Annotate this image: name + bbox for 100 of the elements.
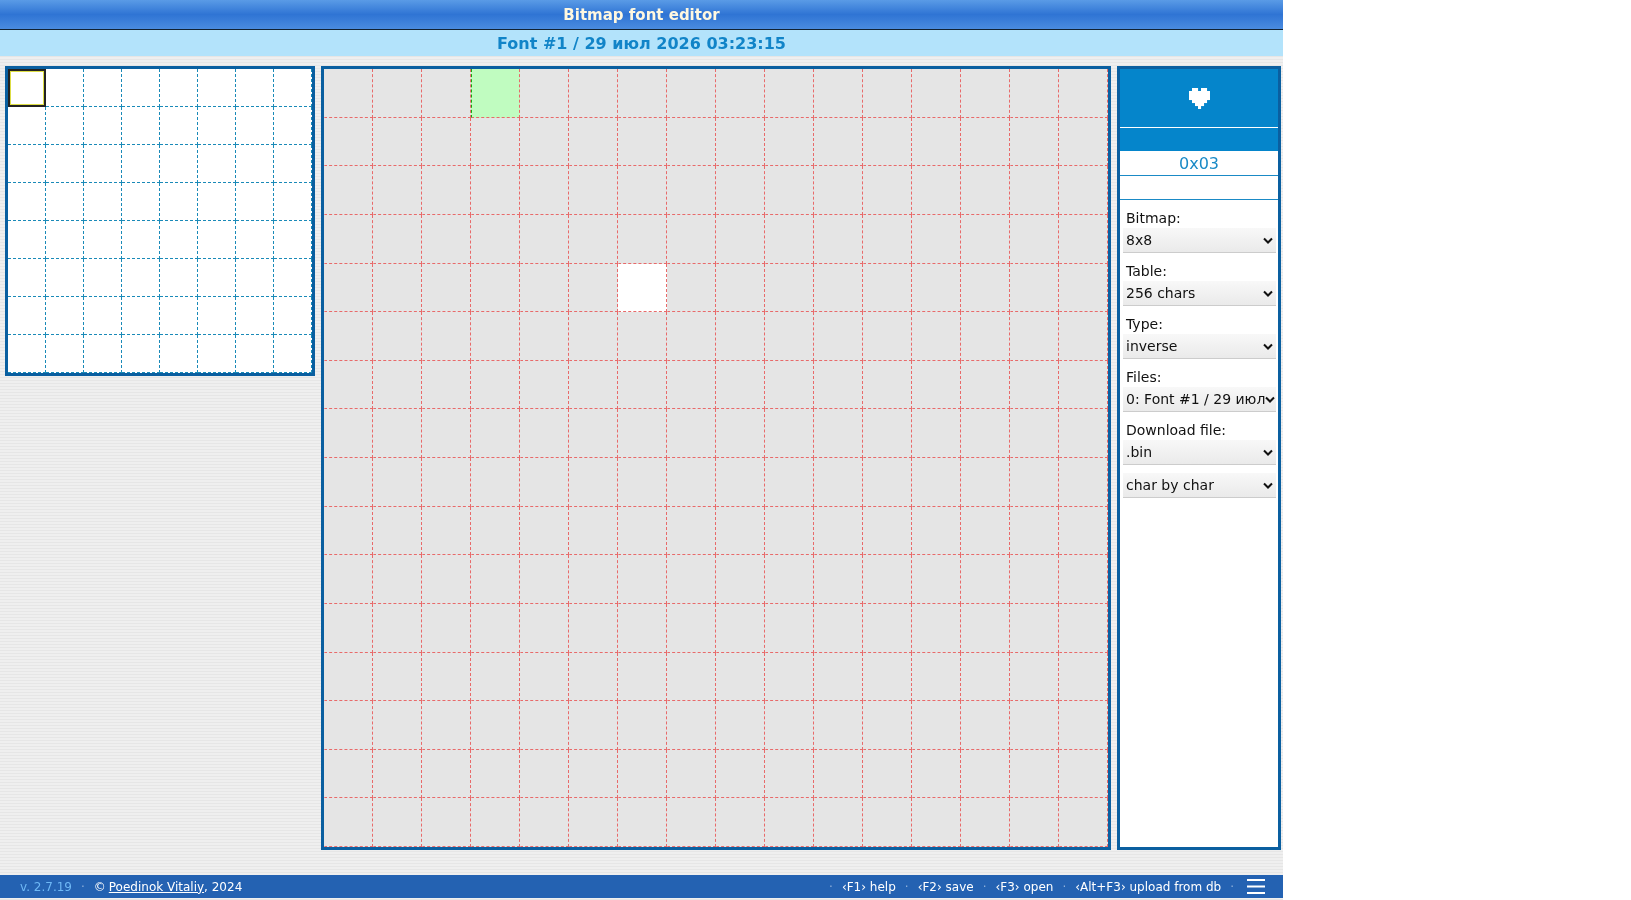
shortcut-link[interactable]: ‹F1› help [841,879,896,894]
pixel-cell[interactable] [324,69,373,118]
char-cell[interactable] [198,145,236,183]
pixel-cell[interactable] [422,117,471,167]
pixel-cell[interactable] [1010,798,1059,847]
pixel-cell[interactable] [1010,214,1059,264]
char-cell[interactable] [46,297,84,335]
char-cell[interactable] [122,145,160,183]
pixel-cell[interactable] [863,166,912,215]
pixel-cell[interactable] [1010,69,1059,118]
pixel-cell[interactable] [471,555,520,604]
pixel-cell[interactable] [814,603,863,653]
pixel-cell[interactable] [471,652,520,702]
pixel-cell[interactable] [814,117,863,167]
pixel-cell[interactable] [373,506,422,556]
char-cell[interactable] [8,335,46,373]
pixel-cell[interactable] [569,555,618,604]
pixel-cell[interactable] [667,749,716,799]
pixel-cell[interactable] [471,506,520,556]
pixel-cell[interactable] [422,701,471,750]
pixel-cell[interactable] [569,117,618,167]
pixel-cell[interactable] [520,117,569,167]
pixel-cell[interactable] [1059,749,1108,799]
pixel-cell[interactable] [471,214,520,264]
pixel-cell[interactable] [912,312,961,361]
pixel-cell[interactable] [1059,360,1108,410]
pixel-cell[interactable] [863,701,912,750]
pixel-cell[interactable] [765,117,814,167]
pixel-cell[interactable] [961,409,1010,458]
pixel-cell[interactable] [471,798,520,847]
pixel-cell[interactable] [667,312,716,361]
char-cell[interactable] [274,259,312,297]
pixel-cell[interactable] [765,214,814,264]
pixel-cell[interactable] [716,652,765,702]
pixel-cell[interactable] [716,214,765,264]
pixel-cell[interactable] [373,166,422,215]
pixel-cell[interactable] [471,409,520,458]
pixel-cell[interactable] [569,798,618,847]
dropdown[interactable]: 0: Font #1 / 29 июл [1123,387,1276,412]
char-cell[interactable] [236,221,274,259]
pixel-cell[interactable] [520,312,569,361]
pixel-cell[interactable] [1010,117,1059,167]
pixel-cell[interactable] [1059,603,1108,653]
char-cell[interactable] [84,297,122,335]
pixel-cell[interactable] [814,749,863,799]
pixel-cell[interactable] [863,506,912,556]
pixel-cell[interactable] [1059,117,1108,167]
pixel-cell[interactable] [471,117,520,167]
pixel-cell[interactable] [373,603,422,653]
pixel-cell[interactable] [1059,409,1108,458]
pixel-cell[interactable] [814,506,863,556]
char-cell[interactable] [274,145,312,183]
pixel-cell[interactable] [667,652,716,702]
pixel-cell[interactable] [961,312,1010,361]
pixel-cell[interactable] [422,360,471,410]
pixel-cell[interactable] [765,603,814,653]
pixel-cell[interactable] [1059,458,1108,507]
pixel-cell[interactable] [422,506,471,556]
char-cell[interactable] [160,335,198,373]
pixel-cell[interactable] [618,360,667,410]
pixel-cell[interactable] [569,312,618,361]
pixel-cell[interactable] [1010,312,1059,361]
pixel-cell[interactable] [618,701,667,750]
char-cell[interactable] [236,183,274,221]
pixel-cell[interactable] [618,214,667,264]
pixel-cell[interactable] [863,555,912,604]
pixel-cell[interactable] [716,166,765,215]
pixel-cell[interactable] [422,263,471,313]
pixel-cell[interactable] [765,506,814,556]
pixel-cell[interactable] [373,555,422,604]
char-cell[interactable] [160,259,198,297]
pixel-cell[interactable] [324,749,373,799]
pixel-cell[interactable] [912,214,961,264]
pixel-cell[interactable] [765,652,814,702]
pixel-cell[interactable] [471,458,520,507]
char-cell[interactable] [122,297,160,335]
char-cell[interactable] [160,183,198,221]
pixel-cell[interactable] [814,263,863,313]
char-cell[interactable] [46,145,84,183]
dropdown[interactable]: .bin [1123,440,1276,465]
char-cell[interactable] [84,335,122,373]
pixel-cell[interactable] [961,214,1010,264]
author-link[interactable]: Poedinok Vitaliy [108,879,205,894]
pixel-cell[interactable] [912,603,961,653]
pixel-cell[interactable] [863,360,912,410]
pixel-cell[interactable] [716,701,765,750]
pixel-cell[interactable] [912,701,961,750]
pixel-cell[interactable] [422,409,471,458]
pixel-cell[interactable] [667,701,716,750]
pixel-cell[interactable] [324,263,373,313]
pixel-cell[interactable] [961,360,1010,410]
char-cell[interactable] [8,259,46,297]
char-cell[interactable] [274,183,312,221]
pixel-cell[interactable] [667,603,716,653]
pixel-cell[interactable] [373,69,422,118]
pixel-cell[interactable] [814,458,863,507]
menu-icon[interactable] [1247,879,1265,894]
pixel-cell[interactable] [863,603,912,653]
pixel-cell[interactable] [471,263,520,313]
pixel-cell[interactable] [765,263,814,313]
